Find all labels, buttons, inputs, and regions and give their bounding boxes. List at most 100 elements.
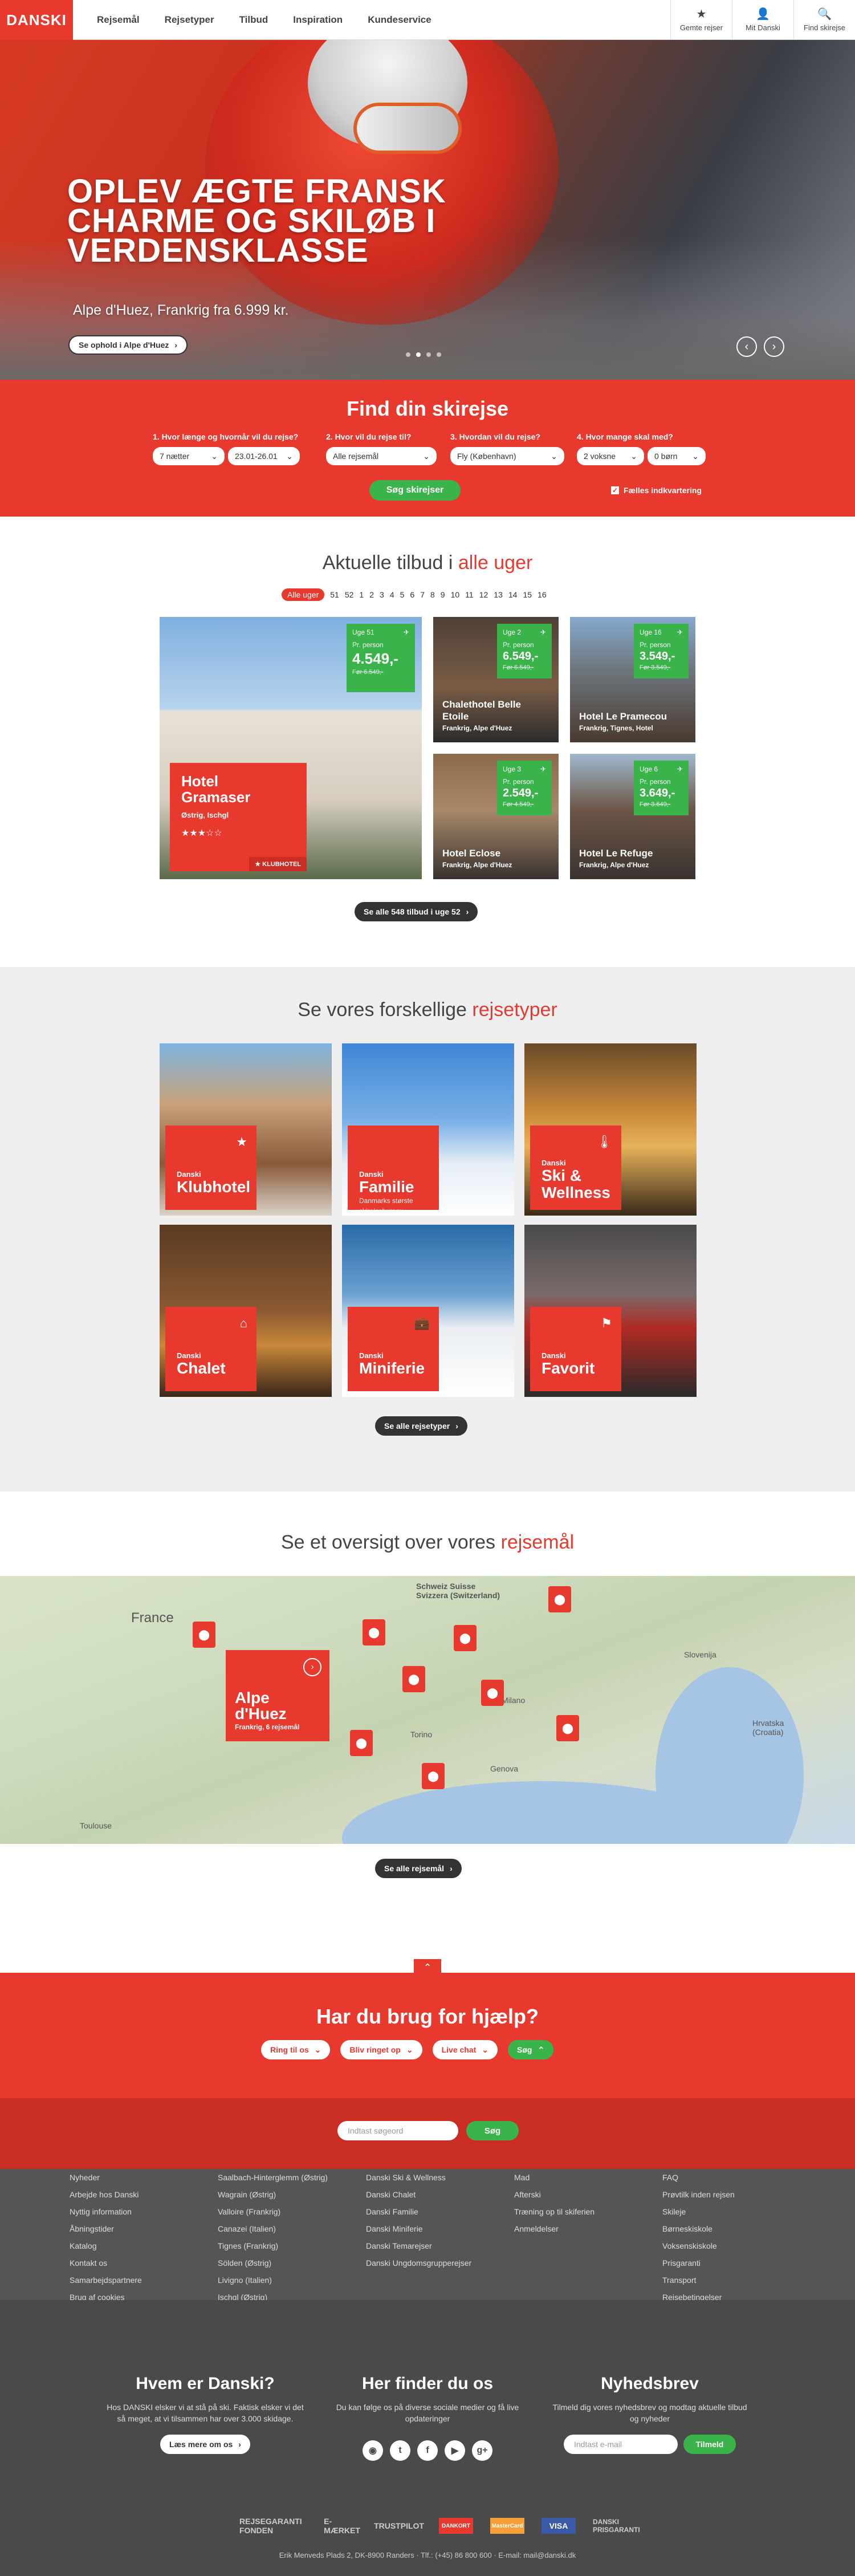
map-pin-icon[interactable]: ⬤: [350, 1730, 373, 1756]
hero-next-button[interactable]: ›: [764, 336, 784, 357]
week-filter-item[interactable]: 2: [369, 590, 374, 599]
map-pin-icon[interactable]: ⬤: [454, 1625, 477, 1651]
googleplus-icon[interactable]: g+: [472, 2440, 492, 2461]
youtube-icon[interactable]: ▶: [445, 2440, 465, 2461]
footer-link[interactable]: Prøvtilk inden rejsen: [662, 2186, 735, 2203]
type-card-favorit[interactable]: ⚑ Danski Favorit: [524, 1225, 697, 1397]
footer-link[interactable]: Samarbejdspartnere: [70, 2272, 142, 2289]
nights-select[interactable]: 7 nætter ⌄: [153, 447, 225, 465]
help-search-toggle[interactable]: Søg ⌃: [508, 2040, 554, 2059]
footer-link[interactable]: Sölden (Østrig): [218, 2254, 328, 2272]
map-pin-icon[interactable]: ⬤: [402, 1666, 425, 1692]
call-us-button[interactable]: Ring til os ⌄: [261, 2040, 331, 2059]
week-filter-item[interactable]: 10: [451, 590, 460, 599]
week-filter-item[interactable]: 1: [359, 590, 364, 599]
footer-link[interactable]: Katalog: [70, 2237, 142, 2254]
week-filter-item[interactable]: 8: [430, 590, 435, 599]
footer-link[interactable]: Mad: [514, 2169, 595, 2186]
week-filter-all[interactable]: Alle uger: [282, 588, 325, 601]
callback-button[interactable]: Bliv ringet op ⌄: [340, 2040, 422, 2059]
week-filter-item[interactable]: 3: [380, 590, 384, 599]
week-filter-item[interactable]: 15: [523, 590, 532, 599]
footer-link[interactable]: Skileje: [662, 2203, 735, 2220]
read-more-button[interactable]: Læs mere om os ›: [160, 2435, 250, 2454]
destinations-map[interactable]: France Schweiz Suisse Svizzera (Switzerl…: [0, 1576, 855, 1844]
adults-select[interactable]: 2 voksne ⌄: [577, 447, 644, 465]
see-all-offers-button[interactable]: Se alle 548 tilbud i uge 52 ›: [355, 902, 478, 921]
footer-link[interactable]: Valloire (Frankrig): [218, 2203, 328, 2220]
footer-link[interactable]: Åbningstider: [70, 2220, 142, 2237]
footer-link[interactable]: Anmeldelser: [514, 2220, 595, 2237]
hero-cta-button[interactable]: Se ophold i Alpe d'Huez ›: [68, 335, 188, 355]
kids-select[interactable]: 0 børn ⌄: [648, 447, 706, 465]
see-all-types-button[interactable]: Se alle rejsetyper ›: [375, 1416, 467, 1436]
map-pin-icon[interactable]: ⬤: [193, 1622, 215, 1648]
twitter-icon[interactable]: t: [390, 2440, 410, 2461]
week-filter-item[interactable]: 4: [390, 590, 394, 599]
map-pin-icon[interactable]: ⬤: [556, 1715, 579, 1741]
offer-card-eclose[interactable]: Uge 3 ✈ Pr. person 2.549,- Før 4.549,- Ho…: [433, 754, 559, 879]
chevron-right-icon[interactable]: ›: [303, 1658, 321, 1676]
newsletter-signup-button[interactable]: Tilmeld: [683, 2435, 736, 2454]
footer-link[interactable]: Arbejde hos Danski: [70, 2186, 142, 2203]
footer-link[interactable]: Danski Temarejser: [366, 2237, 471, 2254]
map-destination-card[interactable]: › Alpe d'Huez Frankrig, 6 rejsemål: [226, 1650, 329, 1741]
footer-link[interactable]: Canazei (Italien): [218, 2220, 328, 2237]
hero-dot[interactable]: [437, 352, 441, 357]
hero-dot[interactable]: [406, 352, 410, 357]
facebook-icon[interactable]: f: [417, 2440, 438, 2461]
nav-item-kundeservice[interactable]: Kundeservice: [368, 14, 431, 26]
footer-link[interactable]: Voksenskiskole: [662, 2237, 735, 2254]
footer-link[interactable]: Træning op til skiferien: [514, 2203, 595, 2220]
nav-item-rejsetyper[interactable]: Rejsetyper: [165, 14, 214, 26]
hero-prev-button[interactable]: ‹: [736, 336, 757, 357]
footer-link[interactable]: Danski Chalet: [366, 2186, 471, 2203]
week-filter-item[interactable]: 52: [345, 590, 354, 599]
footer-link[interactable]: Danski Ungdomsgrupperejser: [366, 2254, 471, 2272]
type-card-familie[interactable]: Danski Familie Danmarks største skirejsebu…: [342, 1043, 514, 1216]
footer-link[interactable]: Danski Familie: [366, 2203, 471, 2220]
logo[interactable]: DANSKI: [0, 0, 73, 40]
live-chat-button[interactable]: Live chat ⌄: [432, 2040, 498, 2059]
saved-trips-button[interactable]: ★ Gemte rejser: [670, 0, 732, 40]
footer-link[interactable]: FAQ: [662, 2169, 735, 2186]
map-pin-icon[interactable]: ⬤: [363, 1619, 385, 1645]
my-danski-button[interactable]: 👤 Mit Danski: [732, 0, 793, 40]
nav-item-rejsemaal[interactable]: Rejsemål: [97, 14, 140, 26]
footer-link[interactable]: Kontakt os: [70, 2254, 142, 2272]
week-filter-item[interactable]: 13: [494, 590, 503, 599]
see-all-destinations-button[interactable]: Se alle rejsemål ›: [375, 1859, 462, 1878]
footer-link[interactable]: Danski Ski & Wellness: [366, 2169, 471, 2186]
find-trip-button[interactable]: 🔍 Find skirejse: [793, 0, 855, 40]
type-card-chalet[interactable]: ⌂ Danski Chalet: [160, 1225, 332, 1397]
help-search-button[interactable]: Søg: [466, 2121, 519, 2140]
type-card-klubhotel[interactable]: ★ Danski Klubhotel: [160, 1043, 332, 1216]
hero-dot-active[interactable]: [416, 352, 421, 357]
footer-link[interactable]: Afterski: [514, 2186, 595, 2203]
map-pin-icon[interactable]: ⬤: [422, 1763, 445, 1789]
footer-link[interactable]: Nyttig information: [70, 2203, 142, 2220]
footer-link[interactable]: Saalbach-Hinterglemm (Østrig): [218, 2169, 328, 2186]
scroll-top-button[interactable]: ⌃: [414, 1959, 441, 1977]
offer-card-le-pramecou[interactable]: Uge 16 ✈ Pr. person 3.549,- Før 3.549,- H…: [570, 617, 695, 742]
footer-link[interactable]: Transport: [662, 2272, 735, 2289]
footer-link[interactable]: Børneskiskole: [662, 2220, 735, 2237]
newsletter-email-input[interactable]: Indtast e-mail: [564, 2435, 678, 2454]
week-filter-item[interactable]: 14: [508, 590, 518, 599]
offer-card-le-refuge[interactable]: Uge 6 ✈ Pr. person 3.649,- Før 3.649,- Ho…: [570, 754, 695, 879]
offer-card-belle-etoile[interactable]: Uge 2 ✈ Pr. person 6.549,- Før 6.549,- Ch…: [433, 617, 559, 742]
map-pin-icon[interactable]: ⬤: [481, 1680, 504, 1706]
week-filter-item[interactable]: 5: [400, 590, 405, 599]
type-card-ski-wellness[interactable]: 🌡 Danski Ski & Wellness: [524, 1043, 697, 1216]
week-filter-item[interactable]: 51: [330, 590, 339, 599]
week-filter-item[interactable]: 12: [479, 590, 488, 599]
footer-link[interactable]: Nyheder: [70, 2169, 142, 2186]
type-card-miniferie[interactable]: 💼 Danski Miniferie: [342, 1225, 514, 1397]
hero-dot[interactable]: [426, 352, 431, 357]
week-filter-item[interactable]: 7: [420, 590, 425, 599]
week-filter-item[interactable]: 11: [465, 590, 474, 599]
footer-link[interactable]: Prisgaranti: [662, 2254, 735, 2272]
week-filter-item[interactable]: 9: [441, 590, 445, 599]
transport-select[interactable]: Fly (København) ⌄: [450, 447, 564, 465]
week-filter-item[interactable]: 6: [410, 590, 414, 599]
